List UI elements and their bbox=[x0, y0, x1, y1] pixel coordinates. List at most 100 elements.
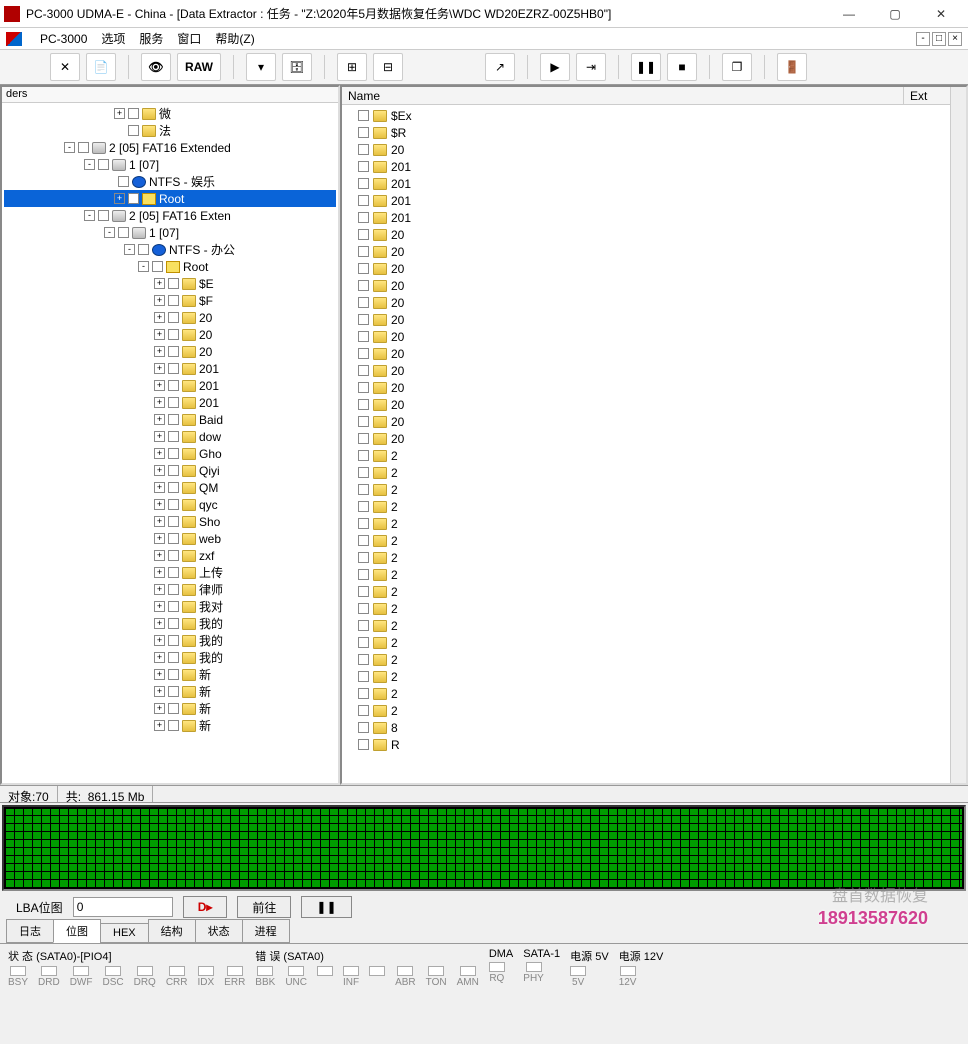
mdi-minimize-icon[interactable]: - bbox=[916, 32, 930, 46]
tab-state[interactable]: 状态 bbox=[195, 919, 243, 943]
file-row[interactable]: $R bbox=[344, 124, 964, 141]
tab-bitmap[interactable]: 位图 bbox=[53, 919, 101, 943]
file-row[interactable]: $Ex bbox=[344, 107, 964, 124]
tree-row[interactable]: +Baid bbox=[4, 411, 336, 428]
tree-row[interactable]: +微 bbox=[4, 105, 336, 122]
file-row[interactable]: R bbox=[344, 736, 964, 753]
tree-row[interactable]: +Qiyi bbox=[4, 462, 336, 479]
tree-row[interactable]: +新 bbox=[4, 666, 336, 683]
file-row[interactable]: 2 bbox=[344, 583, 964, 600]
tree-panel[interactable]: ders +微法-2 [05] FAT16 Extended-1 [07]NTF… bbox=[0, 85, 340, 785]
play-icon[interactable]: ▶ bbox=[540, 53, 570, 81]
raw-button[interactable]: RAW bbox=[177, 53, 221, 81]
tree-row[interactable]: +新 bbox=[4, 683, 336, 700]
file-row[interactable]: 20 bbox=[344, 396, 964, 413]
tree-row[interactable]: +zxf bbox=[4, 547, 336, 564]
tree-row[interactable]: +Gho bbox=[4, 445, 336, 462]
mdi-restore-icon[interactable]: □ bbox=[932, 32, 946, 46]
tree-row[interactable]: +律师 bbox=[4, 581, 336, 598]
tree-row[interactable]: +Root bbox=[4, 190, 336, 207]
filter-icon[interactable]: ▾ bbox=[246, 53, 276, 81]
file-row[interactable]: 2 bbox=[344, 464, 964, 481]
tree-row[interactable]: -1 [07] bbox=[4, 156, 336, 173]
file-row[interactable]: 2 bbox=[344, 617, 964, 634]
menu-help[interactable]: 帮助(Z) bbox=[215, 30, 254, 47]
file-row[interactable]: 20 bbox=[344, 294, 964, 311]
menu-window[interactable]: 窗口 bbox=[177, 30, 201, 47]
tree-row[interactable]: +新 bbox=[4, 717, 336, 734]
tree-row[interactable]: +201 bbox=[4, 377, 336, 394]
tree-row[interactable]: +我的 bbox=[4, 615, 336, 632]
file-row[interactable]: 201 bbox=[344, 175, 964, 192]
tree-row[interactable]: -2 [05] FAT16 Extended bbox=[4, 139, 336, 156]
file-row[interactable]: 20 bbox=[344, 260, 964, 277]
tree-row[interactable]: +$E bbox=[4, 275, 336, 292]
tree-row[interactable]: -Root bbox=[4, 258, 336, 275]
tree-row[interactable]: 法 bbox=[4, 122, 336, 139]
col-name[interactable]: Name bbox=[342, 87, 904, 104]
copy-icon[interactable]: ❐ bbox=[722, 53, 752, 81]
tree-row[interactable]: +web bbox=[4, 530, 336, 547]
tree-icon[interactable]: ⊞ bbox=[337, 53, 367, 81]
tree2-icon[interactable]: ⊟ bbox=[373, 53, 403, 81]
file-row[interactable]: 2 bbox=[344, 600, 964, 617]
tree-row[interactable]: -2 [05] FAT16 Exten bbox=[4, 207, 336, 224]
tree-row[interactable]: +qyc bbox=[4, 496, 336, 513]
step-icon[interactable]: ⇥ bbox=[576, 53, 606, 81]
stop-icon[interactable]: ■ bbox=[667, 53, 697, 81]
file-row[interactable]: 20 bbox=[344, 311, 964, 328]
menu-service[interactable]: 服务 bbox=[139, 30, 163, 47]
maximize-button[interactable]: ▢ bbox=[872, 1, 918, 27]
tree-row[interactable]: +新 bbox=[4, 700, 336, 717]
exit-icon[interactable]: 🚪 bbox=[777, 53, 807, 81]
file-row[interactable]: 8 bbox=[344, 719, 964, 736]
tab-log[interactable]: 日志 bbox=[6, 919, 54, 943]
file-row[interactable]: 2 bbox=[344, 685, 964, 702]
tree-row[interactable]: +$F bbox=[4, 292, 336, 309]
tree-row[interactable]: -NTFS - 办公 bbox=[4, 241, 336, 258]
tree-row[interactable]: +20 bbox=[4, 326, 336, 343]
tab-hex[interactable]: HEX bbox=[100, 923, 149, 943]
file-row[interactable]: 201 bbox=[344, 209, 964, 226]
file-row[interactable]: 201 bbox=[344, 192, 964, 209]
file-row[interactable]: 20 bbox=[344, 243, 964, 260]
menu-options[interactable]: 选项 bbox=[101, 30, 125, 47]
tree-row[interactable]: +201 bbox=[4, 394, 336, 411]
file-row[interactable]: 20 bbox=[344, 141, 964, 158]
tree-row[interactable]: +上传 bbox=[4, 564, 336, 581]
lba-input[interactable] bbox=[73, 897, 173, 917]
file-row[interactable]: 20 bbox=[344, 413, 964, 430]
tree-row[interactable]: +我的 bbox=[4, 649, 336, 666]
file-row[interactable]: 2 bbox=[344, 532, 964, 549]
scrollbar-v[interactable] bbox=[950, 87, 966, 783]
mdi-close-icon[interactable]: × bbox=[948, 32, 962, 46]
binoculars-icon[interactable]: 👁 bbox=[141, 53, 171, 81]
file-row[interactable]: 20 bbox=[344, 226, 964, 243]
file-row[interactable]: 2 bbox=[344, 651, 964, 668]
file-row[interactable]: 2 bbox=[344, 634, 964, 651]
file-row[interactable]: 2 bbox=[344, 447, 964, 464]
db-icon[interactable]: 🗄 bbox=[282, 53, 312, 81]
tab-proc[interactable]: 进程 bbox=[242, 919, 290, 943]
file-row[interactable]: 20 bbox=[344, 345, 964, 362]
file-row[interactable]: 20 bbox=[344, 277, 964, 294]
tree-row[interactable]: NTFS - 娱乐 bbox=[4, 173, 336, 190]
file-row[interactable]: 2 bbox=[344, 515, 964, 532]
report-icon[interactable]: 📄 bbox=[86, 53, 116, 81]
lba-pause-button[interactable]: ❚❚ bbox=[301, 896, 351, 918]
export-icon[interactable]: ↗ bbox=[485, 53, 515, 81]
tree-row[interactable]: +20 bbox=[4, 343, 336, 360]
file-row[interactable]: 20 bbox=[344, 328, 964, 345]
tree-row[interactable]: -1 [07] bbox=[4, 224, 336, 241]
close-button[interactable]: ✕ bbox=[918, 1, 964, 27]
file-row[interactable]: 2 bbox=[344, 668, 964, 685]
file-row[interactable]: 20 bbox=[344, 362, 964, 379]
tree-row[interactable]: +我的 bbox=[4, 632, 336, 649]
file-row[interactable]: 2 bbox=[344, 566, 964, 583]
pause-icon[interactable]: ❚❚ bbox=[631, 53, 661, 81]
file-row[interactable]: 20 bbox=[344, 430, 964, 447]
tab-struct[interactable]: 结构 bbox=[148, 919, 196, 943]
file-panel[interactable]: Name Ext $Ex$R20201201201201202020202020… bbox=[340, 85, 968, 785]
tree-row[interactable]: +Sho bbox=[4, 513, 336, 530]
tree-row[interactable]: +dow bbox=[4, 428, 336, 445]
